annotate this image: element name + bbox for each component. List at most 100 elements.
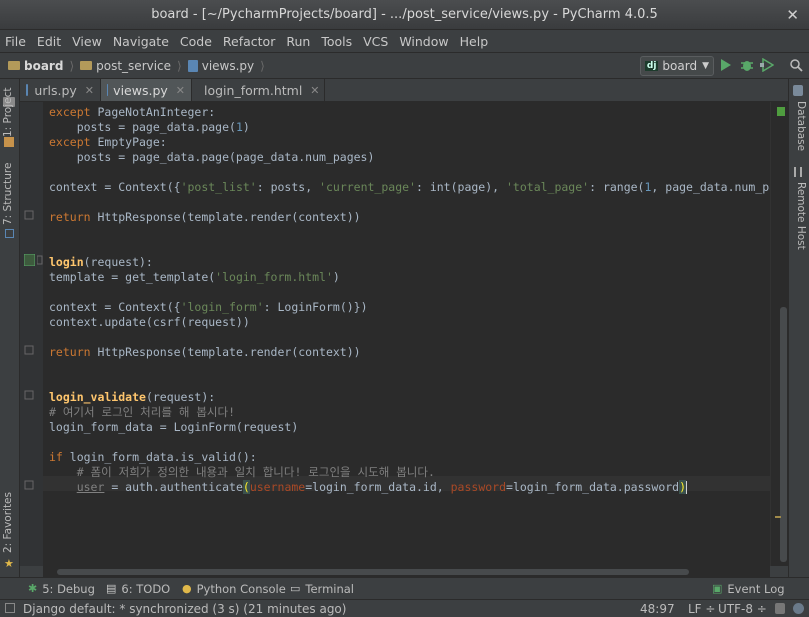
menu-navigate[interactable]: Navigate xyxy=(113,34,169,49)
code-line[interactable]: return HttpResponse(template.render(cont… xyxy=(49,210,361,225)
debug-button[interactable] xyxy=(739,57,755,73)
breadcrumb-post-service[interactable]: post_service ⟩ xyxy=(80,59,182,73)
menu-file[interactable]: File xyxy=(5,34,26,49)
tool-tab-remote-host[interactable]: Remote Host xyxy=(795,182,807,250)
close-tab-icon[interactable]: ✕ xyxy=(85,84,94,97)
menu-bar: File Edit View Navigate Code Refactor Ru… xyxy=(0,30,809,52)
close-tab-icon[interactable]: ✕ xyxy=(310,84,319,97)
tab-login-form-html[interactable]: login_form.html ✕ xyxy=(192,79,325,101)
code-line[interactable]: login_validate(request): xyxy=(49,390,215,405)
tool-tab-structure[interactable]: 7: Structure xyxy=(2,163,14,225)
code-line[interactable]: # 폼이 저희가 정의한 내용과 일치 합니다! 로그인을 시도해 봅니다. xyxy=(49,465,435,480)
tool-window-debug[interactable]: ✱ 5: Debug xyxy=(28,582,95,596)
menu-view[interactable]: View xyxy=(72,34,102,49)
coverage-button[interactable] xyxy=(759,57,775,73)
breadcrumb-views-py[interactable]: views.py ⟩ xyxy=(187,59,265,73)
encoding-select[interactable]: UTF-8 ÷ xyxy=(718,602,767,616)
code-line[interactable]: if login_form_data.is_valid(): xyxy=(49,450,257,465)
fold-marker-icon[interactable] xyxy=(24,209,35,221)
lock-icon[interactable] xyxy=(775,603,785,614)
code-line[interactable]: context.update(csrf(request)) xyxy=(49,315,250,330)
tab-label: views.py xyxy=(113,82,168,98)
code-line[interactable]: login_form_data = LoginForm(request) xyxy=(49,420,298,435)
code-line[interactable]: posts = page_data.page(page_data.num_pag… xyxy=(49,150,375,165)
menu-vcs[interactable]: VCS xyxy=(363,34,388,49)
django-icon: dj xyxy=(644,61,659,71)
tab-views-py[interactable]: views.py ✕ xyxy=(101,79,192,101)
caret-position[interactable]: 48:97 xyxy=(640,602,675,616)
menu-window[interactable]: Window xyxy=(399,34,448,49)
tool-window-event-log[interactable]: ▣ Event Log xyxy=(712,582,785,596)
code-line[interactable]: template = get_template('login_form.html… xyxy=(49,270,340,285)
bug-icon: ✱ xyxy=(28,582,38,595)
horizontal-scrollbar[interactable] xyxy=(43,566,770,577)
tool-window-python-console[interactable]: ● Python Console xyxy=(182,582,286,596)
horizontal-scrollbar-thumb[interactable] xyxy=(57,569,689,575)
bug-icon xyxy=(741,61,753,71)
run-button[interactable] xyxy=(718,57,734,73)
status-message[interactable]: Django default: * synchronized (3 s) (21… xyxy=(23,602,346,616)
tool-window-terminal[interactable]: ▭ Terminal xyxy=(290,582,354,596)
fold-marker-icon[interactable] xyxy=(24,479,35,491)
tool-window-todo[interactable]: ▤ 6: TODO xyxy=(106,582,170,596)
star-icon: ★ xyxy=(4,557,14,570)
chevron-right-icon: ⟩ xyxy=(177,58,182,73)
python-file-icon xyxy=(187,59,198,72)
folder-icon xyxy=(8,61,20,70)
vertical-scrollbar-thumb[interactable] xyxy=(780,307,787,562)
menu-edit[interactable]: Edit xyxy=(37,34,61,49)
right-tool-strip: Database Remote Host xyxy=(788,79,809,577)
editor-tabs: urls.py ✕ views.py ✕ login_form.html ✕ xyxy=(20,79,788,102)
chevron-right-icon: ⟩ xyxy=(69,58,75,73)
code-line[interactable]: posts = page_data.page(1) xyxy=(49,120,250,135)
close-icon[interactable]: ✕ xyxy=(786,0,799,30)
menu-help[interactable]: Help xyxy=(460,34,489,49)
project-tool-icon xyxy=(4,137,14,147)
python-console-icon: ● xyxy=(182,582,192,595)
tab-urls-py[interactable]: urls.py ✕ xyxy=(20,79,101,101)
code-line[interactable]: except EmptyPage: xyxy=(49,135,167,150)
tool-windows-toggle-icon[interactable] xyxy=(5,603,15,613)
code-line[interactable]: context = Context({'login_form': LoginFo… xyxy=(49,300,368,315)
editor-gutter[interactable] xyxy=(20,102,43,566)
remote-host-icon xyxy=(794,167,802,177)
code-line[interactable]: user = auth.authenticate(username=login_… xyxy=(49,480,688,495)
python-file-icon xyxy=(26,84,29,96)
chevron-down-icon: ▼ xyxy=(702,61,709,71)
search-button[interactable] xyxy=(788,57,804,73)
code-line[interactable]: # 여기서 로그인 처리를 해 봅시다! xyxy=(49,405,235,420)
run-gutter-icon[interactable] xyxy=(24,254,35,266)
menu-refactor[interactable]: Refactor xyxy=(223,34,275,49)
code-line[interactable]: except PageNotAnInteger: xyxy=(49,105,215,120)
tool-window-label: 6: TODO xyxy=(121,581,171,596)
tool-tab-database[interactable]: Database xyxy=(795,101,807,151)
menu-run[interactable]: Run xyxy=(286,34,310,49)
run-configuration-label: board xyxy=(662,59,698,73)
menu-code[interactable]: Code xyxy=(180,34,212,49)
left-tool-strip: 1: Project 7: Structure 2: Favorites ★ xyxy=(0,79,20,577)
inspector-icon[interactable] xyxy=(793,603,804,614)
event-log-icon: ▣ xyxy=(712,582,723,595)
code-line[interactable]: context = Context({'post_list': posts, '… xyxy=(49,180,770,195)
tool-window-label: 5: Debug xyxy=(42,581,95,596)
warning-mark[interactable] xyxy=(775,516,781,518)
tool-window-bar: ✱ 5: Debug ▤ 6: TODO ● Python Console ▭ … xyxy=(0,577,809,599)
fold-marker-icon[interactable] xyxy=(24,344,35,356)
search-icon xyxy=(789,58,803,72)
close-tab-icon[interactable]: ✕ xyxy=(176,84,185,97)
run-configuration-select[interactable]: dj board ▼ xyxy=(639,56,714,76)
error-stripe[interactable] xyxy=(770,102,789,566)
line-ending-select[interactable]: LF ÷ xyxy=(688,602,715,616)
code-editor[interactable]: except PageNotAnInteger: posts = page_da… xyxy=(43,102,770,566)
window-title: board - [~/PycharmProjects/board] - .../… xyxy=(151,7,658,22)
coverage-icon xyxy=(760,58,774,72)
code-line[interactable]: return HttpResponse(template.render(cont… xyxy=(49,345,361,360)
tab-label: login_form.html xyxy=(204,82,303,98)
menu-tools[interactable]: Tools xyxy=(321,34,352,49)
tool-tab-project[interactable]: 1: Project xyxy=(2,88,14,137)
tool-tab-favorites[interactable]: 2: Favorites xyxy=(2,492,14,553)
code-line[interactable]: login(request): xyxy=(49,255,153,270)
inspection-ok-icon[interactable] xyxy=(777,107,785,116)
breadcrumb-board[interactable]: board ⟩ xyxy=(8,59,74,73)
fold-marker-icon[interactable] xyxy=(24,389,35,401)
